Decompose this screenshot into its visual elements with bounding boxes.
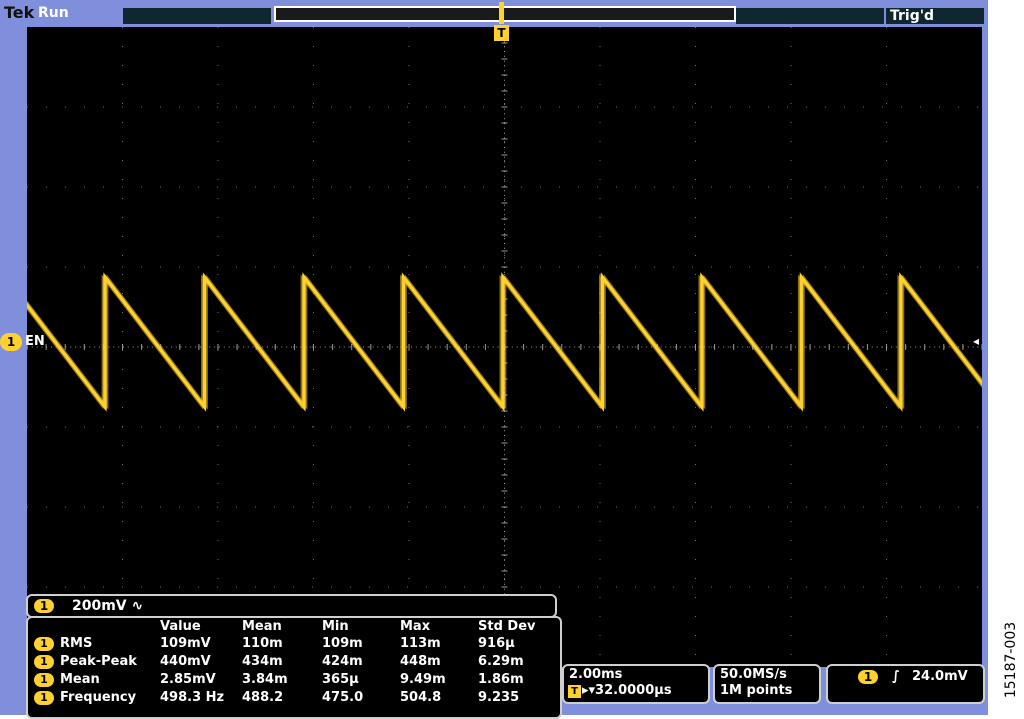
measurement-value: 440mV: [160, 654, 211, 669]
trigger-marker-icon[interactable]: T: [494, 25, 509, 41]
measurement-value: 6.29m: [478, 654, 524, 669]
measurement-value: 916µ: [478, 636, 515, 651]
measurements-table: Value Mean Min Max Std Dev 1 RMS 109mV 110m 109m 1…: [26, 616, 562, 719]
channel-1-marker[interactable]: 1: [0, 333, 22, 351]
channel-1-badge: 1: [34, 599, 54, 613]
measurement-value: 434m: [242, 654, 283, 669]
trigger-source-badge: 1: [858, 670, 878, 684]
record-length: 1M points: [720, 683, 793, 698]
measurement-header: Std Dev: [478, 619, 536, 634]
measurement-header: Mean: [242, 619, 282, 634]
horizontal-position: ▸▾32.0000µs: [582, 683, 672, 698]
measurement-header: Max: [400, 619, 431, 634]
measurement-name[interactable]: Mean: [60, 672, 100, 688]
measurement-value: 110m: [242, 636, 283, 651]
measurement-value: 2.85mV: [160, 672, 216, 687]
measurement-header: Value: [160, 619, 201, 634]
figure-id-text: 15187-003: [1003, 621, 1020, 699]
measurement-value: 488.2: [242, 690, 284, 705]
measurement-name[interactable]: Peak-Peak: [60, 654, 137, 670]
measurement-channel-badge: 1: [34, 673, 54, 687]
measurement-value: 9.235: [478, 690, 520, 705]
measurement-name[interactable]: Frequency: [60, 690, 136, 706]
channel-scale-bar[interactable]: 1 200mV ∿: [26, 594, 557, 618]
channel-label: EN: [25, 334, 45, 349]
measurement-value: 113m: [400, 636, 441, 651]
status-segment-left: [123, 8, 271, 24]
status-segment-right: [736, 8, 884, 24]
record-position-bar[interactable]: [274, 6, 736, 22]
measurement-value: 504.8: [400, 690, 442, 705]
trigger-level-arrow-icon: ◂: [973, 334, 980, 348]
measurement-value: 9.49m: [400, 672, 446, 687]
trigger-box[interactable]: 1 ∫ 24.0mV: [826, 664, 985, 704]
waveform-trace: [27, 274, 982, 410]
measurement-name[interactable]: RMS: [60, 636, 92, 652]
trigger-status-box: Trig'd: [886, 8, 984, 24]
measurement-channel-badge: 1: [34, 655, 54, 669]
oscilloscope-screen: Tek Run Trig'd T 1 EN ◂ 1 200mV ∿ Value M…: [0, 0, 988, 719]
measurement-value: 498.3 Hz: [160, 690, 225, 705]
acquisition-box[interactable]: 50.0MS/s 1M points: [713, 664, 821, 704]
measurement-value: 109m: [322, 636, 363, 651]
measurement-channel-badge: 1: [34, 691, 54, 705]
measurement-value: 1.86m: [478, 672, 524, 687]
figure-id: 15187-003: [1000, 622, 1020, 702]
trigger-status: Trig'd: [890, 8, 935, 24]
measurement-value: 3.84m: [242, 672, 288, 687]
acquisition-state: Run: [38, 5, 69, 21]
timebase-box[interactable]: 2.00ms T ▸▾32.0000µs: [562, 664, 710, 704]
horizontal-scale: 2.00ms: [569, 667, 623, 682]
measurement-channel-badge: 1: [34, 637, 54, 651]
measurement-value: 109mV: [160, 636, 211, 651]
measurement-value: 448m: [400, 654, 441, 669]
trigger-level: 24.0mV: [912, 669, 968, 684]
brand-label: Tek: [4, 3, 35, 22]
trigger-slope-icon: ∫: [892, 669, 900, 684]
vertical-scale: 200mV ∿: [72, 598, 144, 614]
graticule-svg: [27, 27, 982, 667]
sample-rate: 50.0MS/s: [720, 667, 787, 682]
measurement-value: 475.0: [322, 690, 364, 705]
time-position-marker-icon: T: [568, 685, 581, 698]
trigger-position-tick: [499, 2, 504, 24]
graticule: [27, 27, 982, 667]
status-bar: Tek Run Trig'd: [0, 0, 988, 25]
measurement-header: Min: [322, 619, 349, 634]
measurement-value: 424m: [322, 654, 363, 669]
measurement-value: 365µ: [322, 672, 359, 687]
